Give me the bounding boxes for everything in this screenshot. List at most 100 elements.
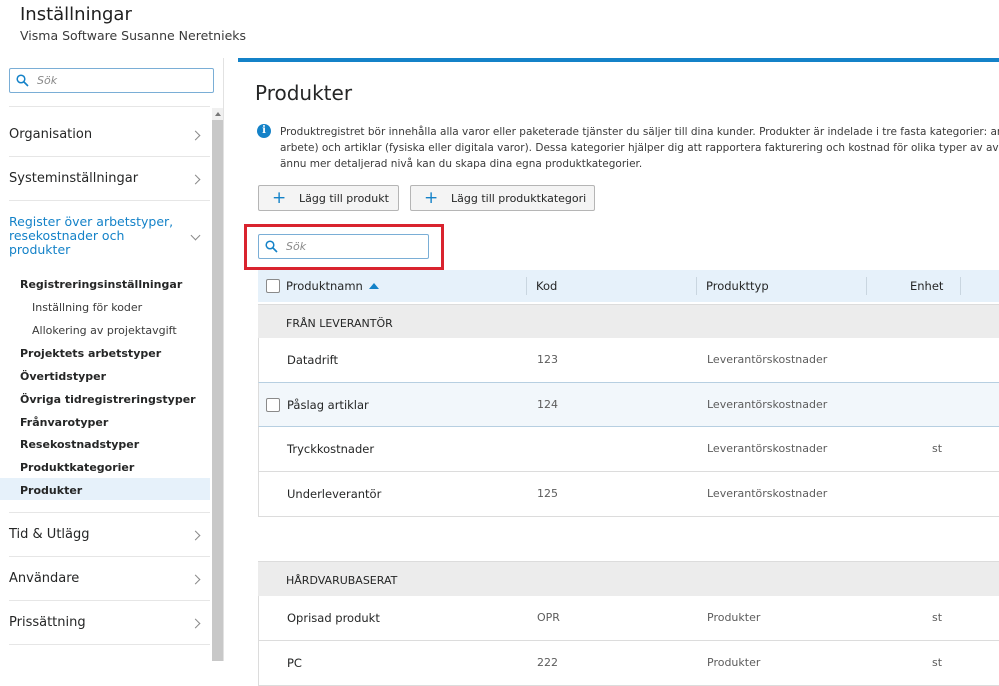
info-icon: i [257, 124, 271, 138]
app-title: Inställningar [20, 4, 132, 25]
divider [9, 106, 210, 107]
sidebar-subitem-franvarotyper[interactable]: Frånvarotyper [20, 416, 108, 429]
plus-icon: + [272, 188, 287, 208]
cell-name: PC [287, 656, 302, 670]
cell-name: Tryckkostnader [287, 442, 375, 456]
column-header-produktnamn[interactable]: Produktnamn [286, 279, 379, 293]
sort-ascending-icon [368, 283, 379, 289]
table-row[interactable]: Underleverantör 125 Leverantörskostnader [258, 472, 999, 517]
sidebar-subitem-projektets-arbetstyper[interactable]: Projektets arbetstyper [20, 347, 161, 360]
divider [9, 600, 210, 601]
search-placeholder: Sök [286, 240, 307, 253]
group-header: FRÅN LEVERANTÖR [258, 304, 999, 340]
cell-code: 222 [537, 656, 558, 669]
sidebar-search-input[interactable]: Sök [9, 68, 214, 93]
product-search-input[interactable]: Sök [258, 234, 429, 259]
search-icon [265, 240, 278, 253]
add-product-button[interactable]: + Lägg till produkt [258, 185, 399, 211]
chevron-right-icon [190, 574, 201, 585]
cell-name: Oprisad produkt [287, 611, 380, 625]
row-checkbox[interactable] [266, 398, 280, 412]
divider [9, 200, 210, 201]
sidebar-subitem-produktkategorier[interactable]: Produktkategorier [20, 461, 134, 474]
column-header-enhet[interactable]: Enhet [910, 279, 943, 293]
chevron-right-icon [190, 530, 201, 541]
sidebar-item-organisation[interactable]: Organisation [0, 120, 210, 150]
sidebar-scrollbar[interactable] [212, 108, 223, 661]
sidebar-subitem-ovriga-tidregistreringstyper[interactable]: Övriga tidregistreringstyper [20, 393, 196, 406]
sidebar: Sök Organisation Systeminställningar Reg… [0, 58, 224, 661]
search-icon [16, 74, 29, 87]
label-line: Register över arbetstyper, [9, 214, 174, 229]
chevron-right-icon [190, 130, 201, 141]
app-header: Inställningar Visma Software Susanne Ner… [0, 0, 999, 58]
sidebar-item-register[interactable]: Register över arbetstyper, resekostnader… [0, 208, 210, 263]
chevron-right-icon [190, 174, 201, 185]
cell-type: Leverantörskostnader [707, 353, 828, 366]
cell-type: Produkter [707, 656, 761, 669]
column-separator [696, 277, 697, 295]
info-line: arbete) och artiklar (fysiska eller digi… [280, 142, 999, 154]
column-header-kod[interactable]: Kod [536, 279, 557, 293]
column-separator [526, 277, 527, 295]
sidebar-item-label: Prissättning [9, 615, 86, 630]
scroll-up-arrow[interactable] [212, 108, 223, 120]
sidebar-item-anvandare[interactable]: Användare [0, 564, 210, 594]
cell-type: Produkter [707, 611, 761, 624]
table-row[interactable]: PC 222 Produkter st [258, 641, 999, 686]
divider [9, 512, 210, 513]
sidebar-item-label: Organisation [9, 127, 93, 142]
sidebar-item-label: Tid & Utlägg [9, 527, 90, 542]
sidebar-item-label: Register över arbetstyper, resekostnader… [9, 215, 173, 257]
divider [9, 644, 210, 645]
plus-icon: + [424, 188, 439, 208]
table-row[interactable]: Påslag artiklar 124 Leverantörskostnader [258, 382, 999, 427]
table-row[interactable]: Oprisad produkt OPR Produkter st [258, 596, 999, 641]
cell-name: Underleverantör [287, 487, 382, 501]
sidebar-item-tid-utlagg[interactable]: Tid & Utlägg [0, 520, 210, 550]
cell-code: OPR [537, 611, 560, 624]
sidebar-subitem-produkter[interactable]: Produkter [20, 484, 82, 497]
info-line: ännu mer detaljerad nivå kan du skapa di… [280, 158, 643, 170]
button-label: Lägg till produkt [299, 192, 389, 205]
cell-unit: st [932, 611, 943, 624]
add-category-button[interactable]: + Lägg till produktkategori [410, 185, 595, 211]
button-label: Lägg till produktkategori [451, 192, 587, 205]
chevron-down-icon [190, 230, 201, 241]
table-row[interactable]: Datadrift 123 Leverantörskostnader [258, 338, 999, 383]
sidebar-subitem-installning-koder[interactable]: Inställning för koder [32, 301, 142, 314]
sidebar-subitem-allokering[interactable]: Allokering av projektavgift [32, 324, 177, 337]
sidebar-item-systeminstallningar[interactable]: Systeminställningar [0, 164, 210, 194]
sidebar-item-prissattning[interactable]: Prissättning [0, 608, 210, 638]
cell-unit: st [932, 656, 943, 669]
label-line: produkter [9, 242, 71, 257]
search-placeholder: Sök [37, 74, 58, 87]
cell-name: Påslag artiklar [287, 398, 369, 412]
cell-code: 124 [537, 398, 558, 411]
table-row[interactable]: Tryckkostnader Leverantörskostnader st [258, 427, 999, 472]
info-text: Produktregistret bör innehålla alla varo… [280, 124, 999, 172]
cell-code: 123 [537, 353, 558, 366]
cell-name: Datadrift [287, 353, 339, 367]
sidebar-subitem-registreringsinstallningar[interactable]: Registreringsinställningar [20, 278, 182, 291]
column-label: Produktnamn [286, 279, 363, 293]
chevron-right-icon [190, 618, 201, 629]
group-label: HÅRDVARUBASERAT [286, 574, 398, 587]
company-name: Visma Software Susanne Neretnieks [20, 28, 247, 43]
sidebar-subitem-overtidstyper[interactable]: Övertidstyper [20, 370, 106, 383]
cell-code: 125 [537, 487, 558, 500]
column-header-produkttyp[interactable]: Produkttyp [706, 279, 769, 293]
label-line: resekostnader och [9, 228, 125, 243]
group-header: HÅRDVARUBASERAT [258, 561, 999, 597]
divider [9, 556, 210, 557]
cell-type: Leverantörskostnader [707, 487, 828, 500]
sidebar-item-label: Användare [9, 571, 80, 586]
accent-bar [238, 58, 999, 62]
sidebar-subitem-resekostnadstyper[interactable]: Resekostnadstyper [20, 438, 139, 451]
cell-unit: st [932, 442, 943, 455]
table-header: Produktnamn Kod Produkttyp Enhet [258, 270, 999, 302]
cell-type: Leverantörskostnader [707, 442, 828, 455]
group-label: FRÅN LEVERANTÖR [286, 317, 393, 330]
select-all-checkbox[interactable] [266, 279, 280, 293]
info-line: Produktregistret bör innehålla alla varo… [280, 126, 999, 138]
